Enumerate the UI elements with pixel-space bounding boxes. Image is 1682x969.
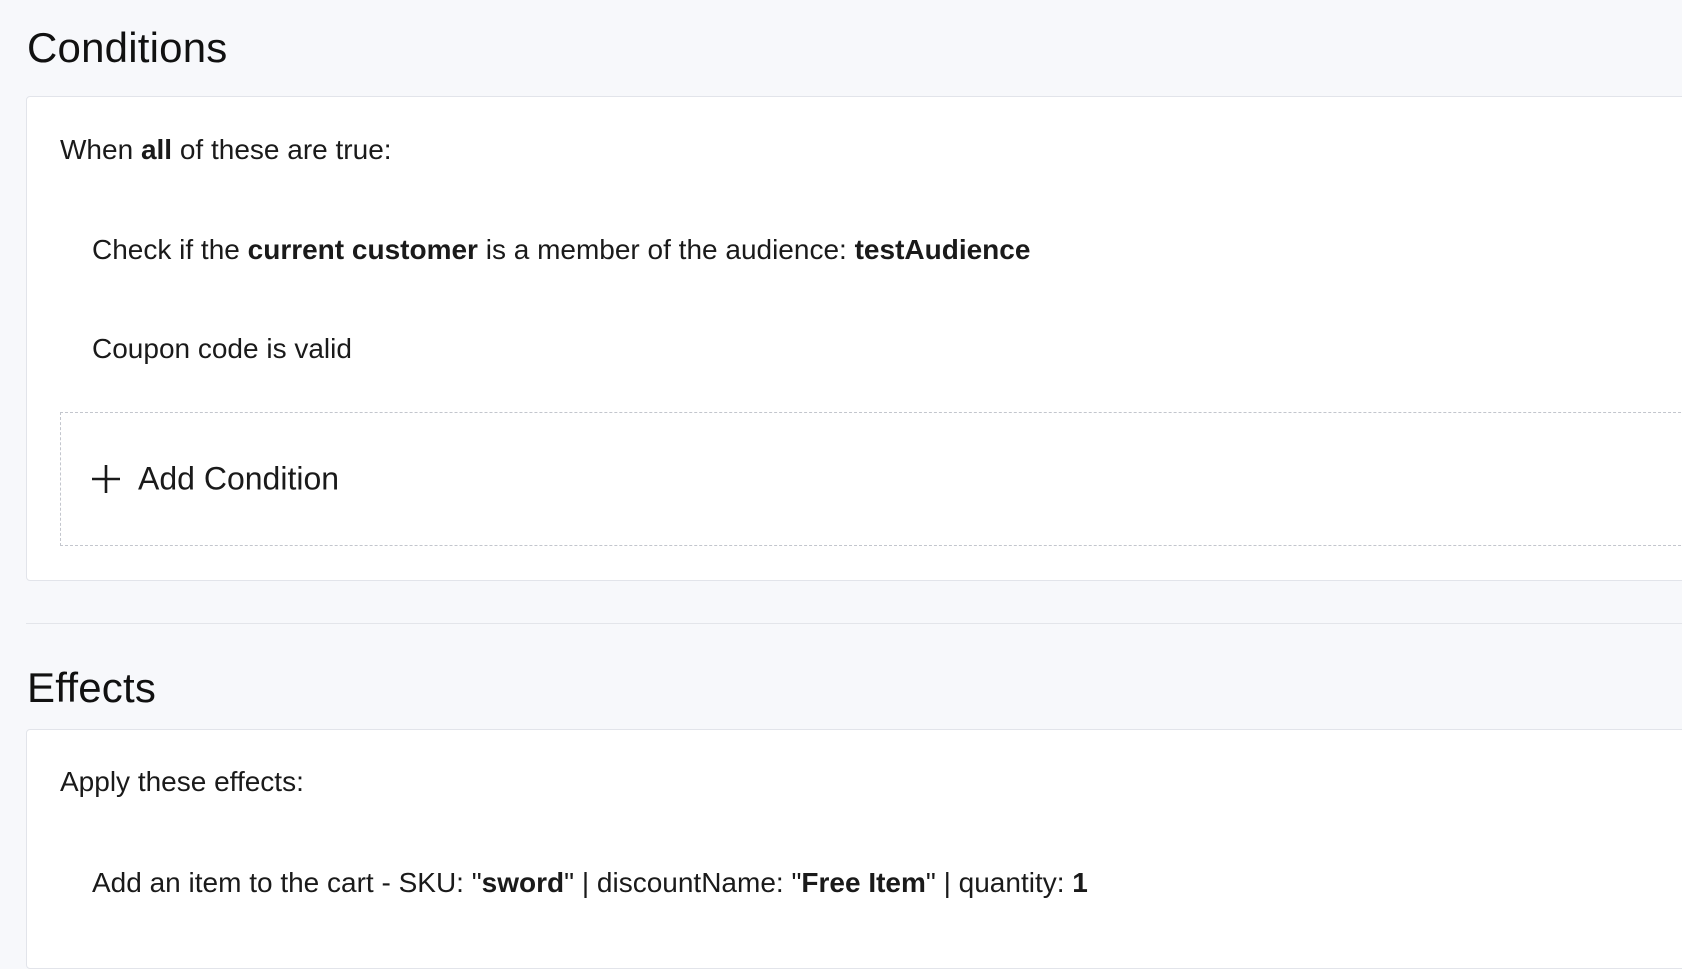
add-condition-label: Add Condition <box>138 460 340 497</box>
add-condition-button[interactable]: Add Condition <box>60 412 1682 546</box>
effect-text: Add an item to the cart - SKU: " <box>92 867 482 898</box>
condition-text: is a member of the audience: <box>477 234 855 265</box>
effect-add-item[interactable]: Add an item to the cart - SKU: "sword" |… <box>92 867 1088 899</box>
section-divider <box>26 623 1682 624</box>
conditions-heading: When all of these are true: <box>60 134 392 166</box>
condition-coupon-valid[interactable]: Coupon code is valid <box>92 333 352 365</box>
effect-quantity: 1 <box>1072 867 1088 898</box>
condition-text: Check if the <box>92 234 248 265</box>
effect-text: " | discountName: " <box>564 867 802 898</box>
condition-subject: current customer <box>247 234 478 265</box>
plus-icon <box>92 465 120 493</box>
conditions-title: Conditions <box>27 24 228 71</box>
conditions-panel: When all of these are true: Check if the… <box>26 96 1682 581</box>
effects-heading: Apply these effects: <box>60 766 304 797</box>
condition-audience-name: testAudience <box>854 234 1031 265</box>
effect-discount-name: Free Item <box>801 867 926 898</box>
effects-panel: Apply these effects: Add an item to the … <box>26 729 1682 969</box>
effect-text: " | quantity: <box>925 867 1073 898</box>
conditions-match-mode[interactable]: all <box>141 134 172 165</box>
condition-audience-membership[interactable]: Check if the current customer is a membe… <box>92 234 1030 266</box>
effects-title: Effects <box>27 664 157 711</box>
conditions-heading-prefix: When <box>60 134 141 165</box>
condition-text: Coupon code is valid <box>92 333 352 364</box>
effect-sku: sword <box>481 867 565 898</box>
conditions-heading-suffix: of these are true: <box>172 134 392 165</box>
